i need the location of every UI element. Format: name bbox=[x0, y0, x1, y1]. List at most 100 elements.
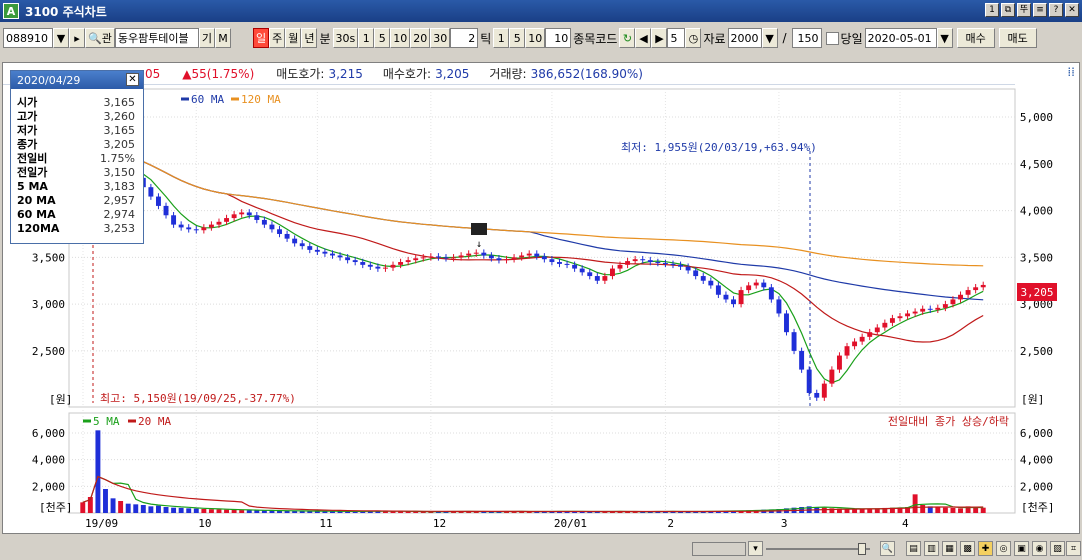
candle-body bbox=[799, 350, 805, 370]
candle-body bbox=[557, 262, 562, 264]
window-btn-pin[interactable]: 뚜 bbox=[1017, 3, 1031, 17]
candle-body bbox=[148, 187, 154, 197]
buy-button[interactable]: 매수 bbox=[956, 28, 995, 48]
zoom-out-icon[interactable]: ▾ bbox=[748, 541, 763, 556]
page-count-input[interactable]: 150 bbox=[791, 28, 822, 48]
window-btn-menu-icon[interactable]: ≡ bbox=[1033, 3, 1047, 17]
candle-body bbox=[519, 255, 525, 258]
chart-svg[interactable]: 5,0004,5004,0003,5003,5003,0003,0002,500… bbox=[3, 85, 1079, 533]
popup-row: 전일가 3,150 bbox=[11, 165, 143, 180]
next-arrow-icon[interactable]: ▶ bbox=[651, 28, 668, 48]
volume-tick-label-right: 6,000 bbox=[1020, 427, 1053, 440]
popup-close-icon[interactable]: ✕ bbox=[126, 73, 139, 86]
volume-tick-label: 2,000 bbox=[32, 480, 65, 493]
tool-2-icon[interactable]: ▥ bbox=[924, 541, 939, 556]
minute-30-button[interactable]: 30 bbox=[430, 28, 451, 48]
today-label: 당일 bbox=[840, 31, 863, 46]
tick-1-button[interactable]: 1 bbox=[493, 28, 510, 48]
m-button[interactable]: M bbox=[214, 28, 231, 48]
candle-body bbox=[360, 262, 366, 265]
tick-5-button[interactable]: 5 bbox=[509, 28, 526, 48]
minute-count-input[interactable]: 2 bbox=[450, 28, 479, 48]
volume-tick-label: 4,000 bbox=[32, 454, 65, 467]
candle-body bbox=[594, 276, 600, 281]
clock-icon[interactable]: ◷ bbox=[685, 28, 702, 48]
name-info-button[interactable]: 기 bbox=[198, 28, 215, 48]
window-btn-1[interactable]: 1 bbox=[985, 3, 999, 17]
code-dropdown-icon[interactable]: ▼ bbox=[53, 28, 69, 48]
price-unit-right: [원] bbox=[1021, 393, 1044, 406]
event-marker-icon[interactable] bbox=[471, 223, 487, 235]
window-btn-restore-icon[interactable]: ⧉ bbox=[1001, 3, 1015, 17]
sell-button[interactable]: 매도 bbox=[998, 28, 1037, 48]
volume-note: 전일대비 종가 상승/하락 bbox=[888, 414, 1009, 428]
minute-5-button[interactable]: 5 bbox=[374, 28, 391, 48]
search-icon[interactable]: 🔍 bbox=[880, 541, 895, 556]
tool-6-icon[interactable]: ◎ bbox=[996, 541, 1011, 556]
code-search-button[interactable]: 🔍 관 bbox=[85, 28, 115, 48]
price-tick-label: 5,000 bbox=[1020, 111, 1053, 124]
period-day-button[interactable]: 일 bbox=[252, 28, 270, 48]
volume-bar bbox=[950, 507, 956, 513]
status-bar: ▾ 🔍 ▤ ▥ ▦ ▩ ✚ ◎ ▣ ◉ ▧ ⌗ bbox=[0, 538, 1082, 560]
minute-30s-button[interactable]: 30s bbox=[332, 28, 359, 48]
candle-body bbox=[602, 276, 608, 281]
bid-value: 3,205 bbox=[435, 66, 470, 81]
tick-10-button[interactable]: 10 bbox=[525, 28, 546, 48]
popup-header: 2020/04/29 ✕ bbox=[11, 71, 143, 89]
tool-4-icon[interactable]: ▩ bbox=[960, 541, 975, 556]
data-count-select[interactable]: 2000 bbox=[727, 28, 762, 48]
date-select[interactable]: 2020-05-01 bbox=[864, 28, 937, 48]
period-month-button[interactable]: 월 bbox=[285, 28, 302, 48]
candle-body bbox=[753, 282, 759, 286]
tool-9-icon[interactable]: ▧ bbox=[1050, 541, 1065, 556]
volume-pane bbox=[68, 412, 1016, 514]
volume-bar bbox=[942, 507, 948, 513]
volume-bar bbox=[935, 507, 941, 513]
price-change: ▲55(1.75%) bbox=[182, 66, 255, 81]
refresh-icon[interactable]: ↻ bbox=[619, 28, 636, 48]
window-btn-help-icon[interactable]: ? bbox=[1049, 3, 1063, 17]
minute-10-button[interactable]: 10 bbox=[390, 28, 411, 48]
today-checkbox[interactable] bbox=[825, 31, 839, 45]
period-week-button[interactable]: 주 bbox=[269, 28, 286, 48]
popup-row-value: 3,165 bbox=[103, 123, 136, 137]
tool-8-icon[interactable]: ◉ bbox=[1032, 541, 1047, 556]
period-year-button[interactable]: 년 bbox=[301, 28, 318, 48]
volume-tick-label-right: 2,000 bbox=[1020, 480, 1053, 493]
zoom-slider-thumb[interactable] bbox=[858, 543, 866, 555]
step-input[interactable]: 5 bbox=[667, 28, 686, 48]
settings-grid-icon[interactable]: ⁞⁞ bbox=[1067, 65, 1075, 79]
candle-body bbox=[897, 316, 903, 319]
chart-area[interactable]: 05 ▲55(1.75%) 매도호가: 3,215 매수호가: 3,205 거래… bbox=[2, 62, 1080, 534]
minute-20-button[interactable]: 20 bbox=[410, 28, 431, 48]
date-dropdown-icon[interactable]: ▼ bbox=[936, 28, 953, 48]
minute-1-button[interactable]: 1 bbox=[358, 28, 375, 48]
tool-7-icon[interactable]: ▣ bbox=[1014, 541, 1029, 556]
time-axis-label: 3 bbox=[781, 517, 788, 530]
candle-body bbox=[867, 332, 873, 337]
popup-row-key: 20 MA bbox=[17, 193, 56, 207]
tool-10-icon[interactable]: ⌗ bbox=[1066, 541, 1081, 556]
crosshair-icon[interactable]: ✚ bbox=[978, 541, 993, 556]
volume-bar bbox=[163, 507, 169, 513]
candle-body bbox=[307, 246, 313, 250]
volume-bar bbox=[958, 508, 963, 513]
tool-3-icon[interactable]: ▦ bbox=[942, 541, 957, 556]
candle-body bbox=[776, 299, 782, 314]
prev-arrow-icon[interactable]: ◀ bbox=[635, 28, 652, 48]
code-input[interactable]: 088910 bbox=[3, 28, 53, 48]
tick-count-input[interactable]: 10 bbox=[545, 28, 572, 48]
volume-bar bbox=[201, 509, 207, 513]
candle-body bbox=[746, 285, 752, 291]
data-count-dropdown-icon[interactable]: ▼ bbox=[761, 28, 778, 48]
zoom-slider-track[interactable] bbox=[766, 548, 870, 550]
low-annotation: 최저: 1,955원(20/03/19,+63.94%) bbox=[621, 141, 817, 154]
code-next-icon[interactable]: ▸ bbox=[69, 28, 85, 48]
volume-bar bbox=[246, 510, 252, 513]
tool-1-icon[interactable]: ▤ bbox=[906, 541, 921, 556]
window-close-icon[interactable]: ✕ bbox=[1065, 3, 1079, 17]
popup-row-value: 3,165 bbox=[103, 95, 136, 109]
scroll-box[interactable] bbox=[692, 542, 746, 556]
ohlc-popup[interactable]: 2020/04/29 ✕ 시가 3,165 고가 3,260 저가 3,165 종가 3,20… bbox=[10, 70, 144, 244]
